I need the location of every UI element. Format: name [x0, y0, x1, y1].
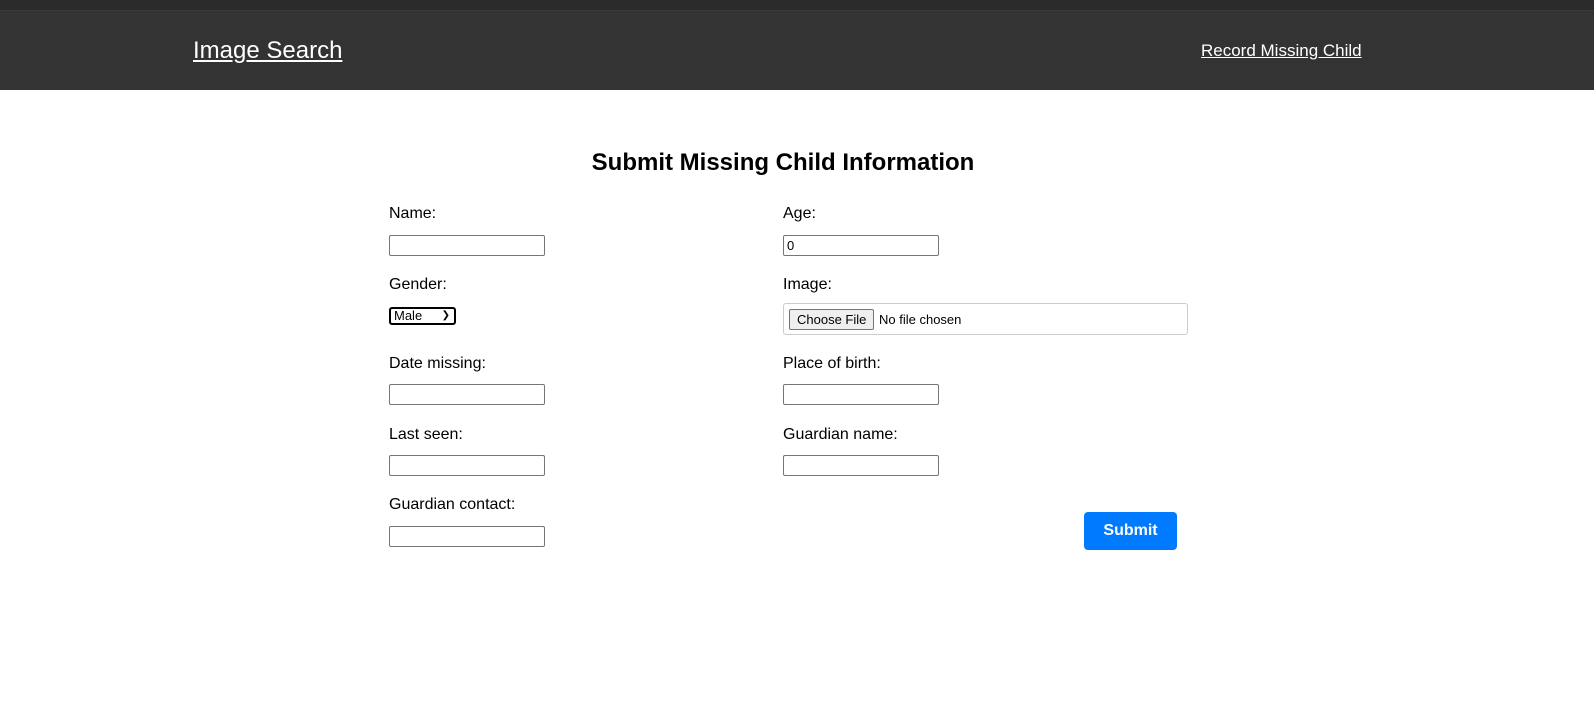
browser-strip — [0, 0, 1594, 10]
last-seen-label: Last seen: — [389, 426, 463, 443]
gender-select[interactable]: Male ❯ — [389, 307, 456, 325]
gender-value: Male — [394, 308, 423, 323]
chevron-down-icon: ❯ — [441, 310, 450, 321]
name-input[interactable] — [389, 235, 545, 256]
choose-file-button[interactable]: Choose File — [789, 309, 875, 330]
name-label: Name: — [389, 205, 437, 222]
gender-label: Gender: — [389, 276, 447, 293]
file-status: No file chosen — [879, 312, 962, 327]
brand-link[interactable]: Image Search — [193, 37, 342, 65]
guardian-contact-label: Guardian contact: — [389, 496, 516, 513]
submit-button[interactable]: Submit — [1084, 512, 1177, 550]
guardian-name-label: Guardian name: — [783, 426, 898, 443]
date-missing-input[interactable] — [389, 384, 545, 405]
place-of-birth-label: Place of birth: — [783, 355, 881, 372]
image-file-input[interactable]: Choose File No file chosen — [783, 303, 1188, 335]
image-label: Image: — [783, 276, 832, 293]
header: Image Search Record Missing Child — [0, 10, 1594, 90]
age-input[interactable]: 0 — [783, 235, 939, 256]
record-missing-child-link[interactable]: Record Missing Child — [1201, 41, 1362, 61]
place-of-birth-input[interactable] — [783, 384, 939, 405]
last-seen-input[interactable] — [389, 455, 545, 476]
date-missing-label: Date missing: — [389, 355, 486, 372]
page-title: Submit Missing Child Information — [591, 149, 975, 176]
age-label: Age: — [783, 205, 816, 222]
guardian-name-input[interactable] — [783, 455, 939, 476]
guardian-contact-input[interactable] — [389, 526, 545, 547]
